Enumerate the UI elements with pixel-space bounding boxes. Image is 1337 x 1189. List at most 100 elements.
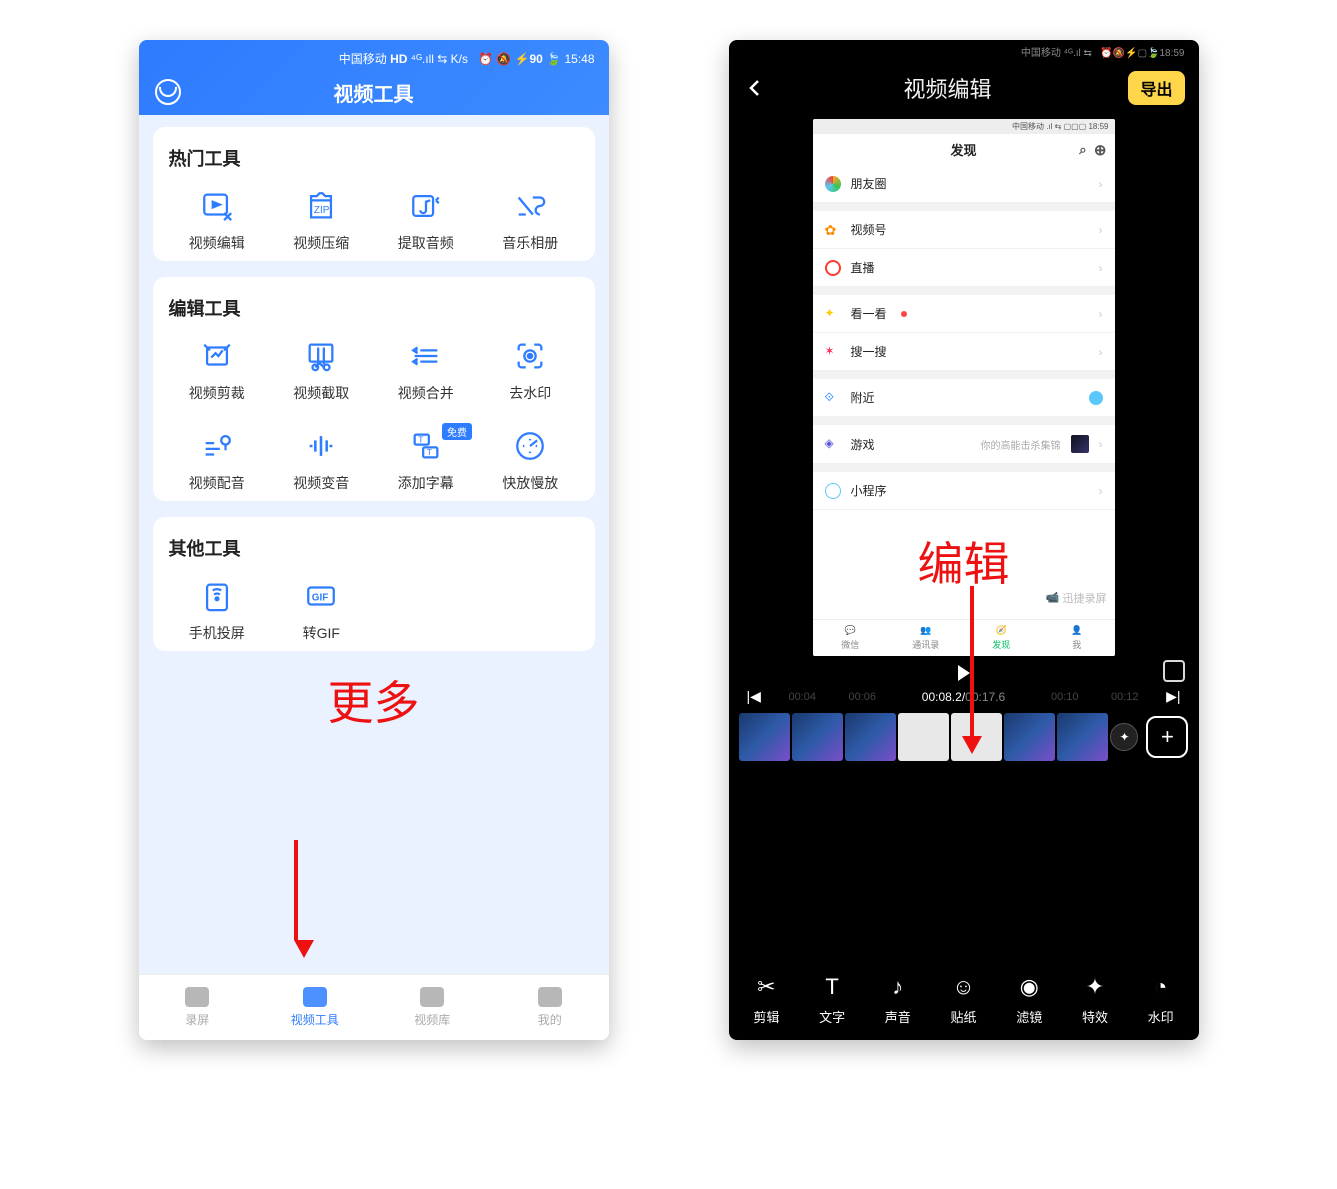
tool-video-edit[interactable]: 视频编辑 — [169, 189, 266, 253]
list-item: ✦看一看› — [813, 295, 1115, 333]
watermark-label: 📹 迅捷录屏 — [1046, 590, 1107, 606]
tool-video-crop[interactable]: 视频剪裁 — [169, 339, 266, 403]
nearby-icon: ⟐ — [825, 390, 841, 406]
export-button[interactable]: 导出 — [1128, 71, 1184, 105]
capture-icon — [304, 339, 338, 373]
drop-icon: ◔ — [1147, 973, 1175, 1001]
list-item: ◈游戏你的高能击杀集锦› — [813, 425, 1115, 464]
list-item: 小程序› — [813, 472, 1115, 510]
sticker-icon: ☺ — [950, 973, 978, 1001]
add-clip-button[interactable]: + — [1146, 716, 1188, 758]
merge-icon — [409, 339, 443, 373]
fullscreen-icon[interactable] — [1163, 660, 1185, 682]
svg-text:T: T — [418, 434, 423, 444]
search-icon: ⌕ — [1079, 142, 1086, 158]
tool-extract-audio[interactable]: 提取音频 — [378, 189, 475, 253]
tool-watermark[interactable]: ◔水印 — [1129, 973, 1193, 1026]
tool-text[interactable]: T文字 — [800, 973, 864, 1026]
tool-video-merge[interactable]: 视频合并 — [378, 339, 475, 403]
zip-icon: ZIP — [304, 189, 338, 223]
tool-effect[interactable]: ✦特效 — [1063, 973, 1127, 1026]
list-item: 朋友圈› — [813, 165, 1115, 203]
section-other-tools: 其他工具 手机投屏 GIF转GIF — [153, 517, 595, 651]
left-phone-screenshot: . 中国移动 HD ⁴ᴳ.ıll ⇆ K/s ⏰ 🔕 ⚡90 🍃 15:48 视… — [139, 40, 609, 1040]
left-content: 热门工具 视频编辑 ZIP 视频压缩 提取音频 音乐相册 — [139, 115, 609, 974]
svg-text:ZIP: ZIP — [314, 205, 330, 216]
game-icon: ◈ — [825, 436, 841, 452]
section-hot-tools: 热门工具 视频编辑 ZIP 视频压缩 提取音频 音乐相册 — [153, 127, 595, 261]
tool-music-album[interactable]: 音乐相册 — [482, 189, 579, 253]
tool-speed[interactable]: 快放慢放 — [482, 429, 579, 493]
transition-button[interactable]: ✦ — [1110, 723, 1138, 751]
preview-header: 发现 ⌕ ⊕ — [813, 134, 1115, 165]
page-title: 视频工具 — [334, 78, 414, 107]
bottom-tabbar: 录屏 视频工具 视频库 我的 — [139, 974, 609, 1040]
section-title: 热门工具 — [169, 145, 579, 171]
next-frame-button[interactable]: ▶| — [1166, 688, 1180, 705]
tool-voice-change[interactable]: 视频变音 — [273, 429, 370, 493]
tool-sound[interactable]: ♪声音 — [866, 973, 930, 1026]
editor-toolbar: ✂剪辑 T文字 ♪声音 ☺贴纸 ◉滤镜 ✦特效 ◔水印 — [729, 953, 1199, 1040]
library-icon — [420, 987, 444, 1007]
left-header: . 中国移动 HD ⁴ᴳ.ıll ⇆ K/s ⏰ 🔕 ⚡90 🍃 15:48 视… — [139, 40, 609, 115]
section-title: 编辑工具 — [169, 295, 579, 321]
crop-icon — [200, 339, 234, 373]
tool-togif[interactable]: GIF转GIF — [273, 579, 370, 643]
moments-icon — [825, 176, 841, 192]
prev-frame-button[interactable]: |◀ — [747, 688, 761, 705]
video-edit-icon — [200, 189, 234, 223]
miniapp-icon — [825, 483, 841, 499]
status-bar: 中国移动 ⁴ᴳ.ıl ⇆ ⏰🔕⚡▢🍃18:59 — [729, 40, 1199, 61]
look-icon: ✦ — [825, 306, 841, 322]
tool-video-capture[interactable]: 视频截取 — [273, 339, 370, 403]
sound-icon: ♪ — [884, 973, 912, 1001]
headphone-icon[interactable] — [155, 79, 181, 105]
red-dot — [901, 311, 907, 317]
back-icon[interactable] — [743, 76, 767, 100]
tool-add-subtitle[interactable]: 免费TT添加字幕 — [378, 429, 475, 493]
cut-icon: ✂ — [752, 973, 780, 1001]
tab-tools[interactable]: 视频工具 — [256, 975, 374, 1040]
section-title: 其他工具 — [169, 535, 579, 561]
voice-icon — [304, 429, 338, 463]
list-item: ✶搜一搜› — [813, 333, 1115, 371]
search-item-icon: ✶ — [825, 344, 841, 360]
gif-icon: GIF — [304, 579, 338, 613]
right-phone-screenshot: 中国移动 ⁴ᴳ.ıl ⇆ ⏰🔕⚡▢🍃18:59 视频编辑 导出 中国移动 .ıl… — [729, 40, 1199, 1040]
live-icon — [825, 260, 841, 276]
speed-icon — [513, 429, 547, 463]
watermark-icon — [513, 339, 547, 373]
tool-remove-watermark[interactable]: 去水印 — [482, 339, 579, 403]
mine-icon — [538, 987, 562, 1007]
music-extract-icon — [409, 189, 443, 223]
tool-video-dub[interactable]: 视频配音 — [169, 429, 266, 493]
free-badge: 免费 — [442, 423, 472, 440]
tool-video-compress[interactable]: ZIP 视频压缩 — [273, 189, 370, 253]
tools-icon — [303, 987, 327, 1007]
editor-title: 视频编辑 — [903, 72, 991, 104]
filter-icon: ◉ — [1015, 973, 1043, 1001]
tool-sticker[interactable]: ☺贴纸 — [932, 973, 996, 1026]
list-item: ⟐附近 — [813, 379, 1115, 417]
svg-text:T: T — [426, 447, 431, 457]
preview-statusbar: 中国移动 .ıl ⇆ ▢▢▢ 18:59 — [813, 119, 1115, 134]
tab-mine[interactable]: 我的 — [491, 975, 609, 1040]
status-bar: . 中国移动 HD ⁴ᴳ.ıll ⇆ K/s ⏰ 🔕 ⚡90 🍃 15:48 — [139, 46, 609, 69]
annotation-arrow — [962, 586, 982, 754]
annotation-more: 更多 — [153, 667, 595, 733]
tab-library[interactable]: 视频库 — [374, 975, 492, 1040]
plus-icon: ⊕ — [1094, 141, 1107, 159]
editor-topbar: 视频编辑 导出 — [729, 61, 1199, 111]
tool-cut[interactable]: ✂剪辑 — [735, 973, 799, 1026]
annotation-edit: 编辑 — [918, 528, 1010, 594]
effect-icon: ✦ — [1081, 973, 1109, 1001]
list-item: ✿视频号› — [813, 211, 1115, 249]
section-edit-tools: 编辑工具 视频剪裁 视频截取 视频合并 去水印 视频配音 视频变音 免费TT添加… — [153, 277, 595, 501]
dub-icon — [200, 429, 234, 463]
text-icon: T — [818, 973, 846, 1001]
cast-icon — [200, 579, 234, 613]
tool-cast[interactable]: 手机投屏 — [169, 579, 266, 643]
tab-record[interactable]: 录屏 — [139, 975, 257, 1040]
record-icon — [185, 987, 209, 1007]
tool-filter[interactable]: ◉滤镜 — [997, 973, 1061, 1026]
